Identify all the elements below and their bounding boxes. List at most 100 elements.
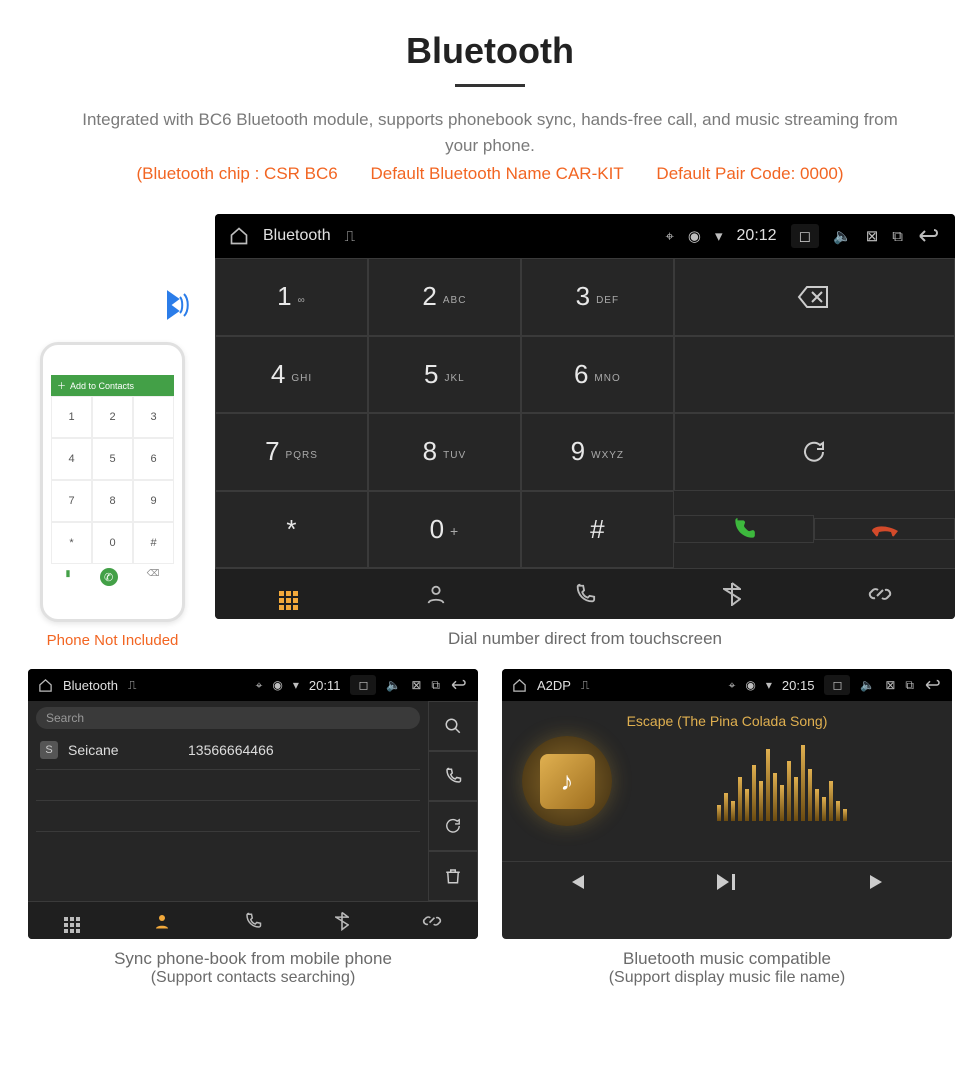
- prev-track-button[interactable]: [566, 872, 586, 892]
- dialkey-7[interactable]: 7PQRS: [215, 413, 368, 491]
- phone-key[interactable]: 8: [92, 480, 133, 522]
- dialkey-4[interactable]: 4GHI: [215, 336, 368, 414]
- camera-icon[interactable]: ◻: [350, 675, 376, 695]
- home-icon[interactable]: [229, 226, 249, 246]
- delete-icon[interactable]: [428, 851, 478, 901]
- title-underline: [455, 84, 525, 87]
- equalizer-icon: [632, 741, 932, 821]
- album-art: ♪: [522, 736, 612, 826]
- usb-icon: ⎍: [128, 678, 136, 693]
- close-app-icon[interactable]: ⊠: [866, 227, 879, 245]
- description-text: Integrated with BC6 Bluetooth module, su…: [0, 107, 980, 158]
- page-title: Bluetooth: [0, 0, 980, 72]
- recent-apps-icon[interactable]: ⧉: [431, 678, 440, 693]
- back-icon[interactable]: [917, 227, 941, 245]
- nav-link-icon[interactable]: [868, 583, 892, 605]
- bluetooth-icon: ⌖: [729, 678, 736, 693]
- phone-key[interactable]: 5: [92, 438, 133, 480]
- phone-key[interactable]: 0: [92, 522, 133, 564]
- dialkey-5[interactable]: 5JKL: [368, 336, 521, 414]
- bluetooth-signal-icon: [153, 284, 195, 326]
- refresh-button[interactable]: [674, 413, 955, 491]
- phone-key[interactable]: 9: [133, 480, 174, 522]
- call-button[interactable]: [674, 515, 815, 543]
- dialkey-1[interactable]: 1∞: [215, 258, 368, 336]
- phone-key[interactable]: *: [51, 522, 92, 564]
- volume-icon[interactable]: 🔈: [386, 678, 401, 692]
- volume-icon[interactable]: 🔈: [833, 227, 852, 245]
- nav-link-icon[interactable]: [422, 912, 442, 930]
- back-icon[interactable]: [924, 678, 942, 692]
- call-icon[interactable]: ✆: [100, 568, 118, 586]
- refresh-icon[interactable]: [428, 801, 478, 851]
- phone-dialpad: 1 2 3 4 5 6 7 8 9 * 0 #: [51, 396, 174, 564]
- backspace-icon[interactable]: ⌫: [147, 568, 160, 586]
- statusbar: A2DP ⎍ ⌖ ◉ ▾ 20:15 ◻ 🔈 ⊠ ⧉: [502, 669, 952, 701]
- wifi-icon: ▾: [766, 678, 772, 692]
- nav-bluetooth-icon[interactable]: [335, 911, 349, 931]
- recent-apps-icon[interactable]: ⧉: [905, 678, 914, 693]
- search-icon[interactable]: [428, 701, 478, 751]
- bluetooth-icon: ⌖: [665, 228, 673, 245]
- phonebook-screen: Bluetooth ⎍ ⌖ ◉ ▾ 20:11 ◻ 🔈 ⊠ ⧉ Search S: [28, 669, 478, 939]
- statusbar-title: Bluetooth: [63, 678, 118, 693]
- nav-dialpad-icon[interactable]: [279, 579, 298, 610]
- dialkey-0[interactable]: 0+: [368, 491, 521, 569]
- backspace-button[interactable]: [674, 258, 955, 336]
- phone-key[interactable]: #: [133, 522, 174, 564]
- search-input[interactable]: Search: [36, 707, 420, 729]
- phone-key[interactable]: 1: [51, 396, 92, 438]
- location-icon: ◉: [688, 227, 701, 245]
- usb-icon: ⎍: [581, 678, 589, 693]
- hangup-button[interactable]: [814, 518, 955, 540]
- dialkey-8[interactable]: 8TUV: [368, 413, 521, 491]
- dialkey-6[interactable]: 6MNO: [521, 336, 674, 414]
- phone-key[interactable]: 2: [92, 396, 133, 438]
- home-icon[interactable]: [512, 678, 527, 693]
- contact-number: 13566664466: [188, 742, 274, 758]
- dialer-screen: Bluetooth ⎍ ⌖ ◉ ▾ 20:12 ◻ 🔈 ⊠ ⧉ 1∞ 2ABC: [215, 214, 955, 619]
- nav-contacts-icon[interactable]: [153, 912, 171, 930]
- spec-line: (Bluetooth chip : CSR BC6 Default Blueto…: [0, 164, 980, 184]
- home-icon[interactable]: [38, 678, 53, 693]
- empty-cell: [674, 336, 955, 414]
- nav-bluetooth-icon[interactable]: [723, 582, 741, 606]
- statusbar-time: 20:12: [737, 227, 777, 245]
- dialer-caption: Dial number direct from touchscreen: [215, 629, 955, 649]
- wifi-icon: ▾: [715, 227, 723, 245]
- dialkey-star[interactable]: *: [215, 491, 368, 569]
- phone-key[interactable]: 4: [51, 438, 92, 480]
- dialkey-hash[interactable]: #: [521, 491, 674, 569]
- spec-code: Default Pair Code: 0000): [656, 164, 843, 183]
- next-track-button[interactable]: [868, 872, 888, 892]
- bottom-nav: [28, 901, 478, 939]
- dialkey-9[interactable]: 9WXYZ: [521, 413, 674, 491]
- camera-icon[interactable]: ◻: [791, 224, 819, 248]
- video-icon[interactable]: ▮: [66, 568, 71, 586]
- phone-key[interactable]: 6: [133, 438, 174, 480]
- nav-contacts-icon[interactable]: [425, 583, 447, 605]
- back-icon[interactable]: [450, 678, 468, 692]
- phonebook-caption: Sync phone-book from mobile phone (Suppo…: [28, 949, 478, 987]
- dialkey-2[interactable]: 2ABC: [368, 258, 521, 336]
- bluetooth-icon: ⌖: [256, 678, 263, 693]
- phone-key[interactable]: 3: [133, 396, 174, 438]
- location-icon: ◉: [272, 678, 282, 692]
- close-app-icon[interactable]: ⊠: [885, 678, 895, 692]
- usb-icon: ⎍: [345, 228, 356, 245]
- nav-calllog-icon[interactable]: [574, 583, 596, 605]
- camera-icon[interactable]: ◻: [824, 675, 850, 695]
- phone-not-included-label: Phone Not Included: [47, 632, 179, 649]
- recent-apps-icon[interactable]: ⧉: [892, 228, 903, 245]
- call-icon[interactable]: [428, 751, 478, 801]
- volume-icon[interactable]: 🔈: [860, 678, 875, 692]
- dialkey-3[interactable]: 3DEF: [521, 258, 674, 336]
- phone-key[interactable]: 7: [51, 480, 92, 522]
- play-pause-button[interactable]: [715, 872, 739, 892]
- close-app-icon[interactable]: ⊠: [411, 678, 421, 692]
- statusbar-time: 20:15: [782, 678, 815, 693]
- contact-row[interactable]: S Seicane 13566664466: [28, 735, 428, 765]
- nav-calllog-icon[interactable]: [244, 912, 262, 930]
- dialpad: 1∞ 2ABC 3DEF 4GHI 5JKL 6MNO 7PQRS 8TUV 9…: [215, 258, 674, 568]
- nav-dialpad-icon[interactable]: [64, 908, 80, 933]
